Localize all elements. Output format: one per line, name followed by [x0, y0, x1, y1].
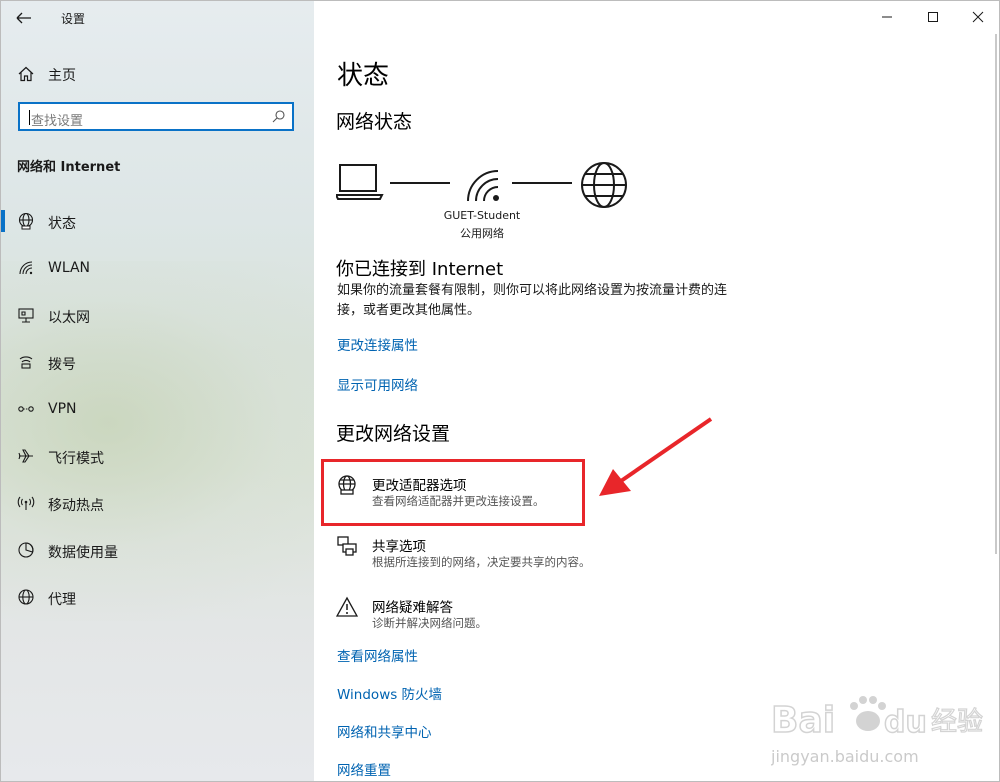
sidebar-item-label: 拨号: [48, 357, 76, 373]
page-title: 状态: [337, 61, 390, 91]
hotspot-icon: [17, 496, 35, 510]
option-title: 更改适配器选项: [372, 478, 467, 494]
connected-description: 如果你的流量套餐有限制，则你可以将此网络设置为按流量计费的连接，或者更改其他属性…: [337, 283, 728, 318]
wifi-connection-icon: [467, 170, 499, 202]
change-adapter-options-item[interactable]: 更改适配器选项 查看网络适配器并更改连接设置。: [336, 474, 666, 518]
search-input[interactable]: 查找设置: [18, 102, 294, 131]
wifi-icon: [19, 261, 33, 275]
sidebar-item-data-usage[interactable]: 数据使用量: [1, 534, 314, 566]
search-placeholder: 查找设置: [31, 114, 84, 129]
vpn-icon: [18, 406, 34, 412]
maximize-icon[interactable]: [921, 5, 945, 29]
network-sharing-center-link[interactable]: 网络和共享中心: [337, 721, 432, 741]
change-connection-properties-link[interactable]: 更改连接属性: [337, 334, 418, 354]
airplane-icon: [18, 449, 33, 463]
ethernet-icon: [18, 308, 34, 323]
connected-heading: 你已连接到 Internet: [336, 259, 504, 280]
data-usage-icon: [18, 542, 34, 558]
warning-triangle-icon: [336, 596, 358, 617]
sidebar-item-label: 数据使用量: [48, 545, 118, 561]
sidebar-item-hotspot[interactable]: 移动热点: [1, 487, 314, 519]
windows-firewall-link[interactable]: Windows 防火墙: [337, 683, 442, 703]
app-title: 设置: [61, 12, 86, 26]
title-bar: 设置: [1, 1, 314, 35]
network-type: 公用网络: [460, 227, 504, 240]
globe-status-icon: [18, 212, 34, 230]
section-title: 网络和 Internet: [17, 160, 121, 175]
sidebar-item-label: 状态: [48, 216, 76, 232]
sidebar: 设置 主页 查找设置 网络和 Internet 状态 WLAN 以太网 拨号 V…: [1, 1, 314, 781]
network-name: GUET-Student: [443, 209, 521, 222]
internet-globe-icon: [581, 162, 627, 208]
option-title: 共享选项: [372, 539, 426, 555]
minimize-icon[interactable]: [875, 5, 899, 29]
sidebar-item-home[interactable]: 主页: [1, 59, 314, 89]
settings-window: 设置 主页 查找设置 网络和 Internet 状态 WLAN 以太网 拨号 V…: [0, 0, 1000, 782]
home-label: 主页: [48, 68, 76, 84]
proxy-globe-icon: [18, 589, 34, 605]
main-content: 状态 网络状态 GUET-Student 公用网络 你已连接到 Internet…: [314, 1, 999, 781]
sidebar-item-ethernet[interactable]: 以太网: [1, 299, 314, 331]
view-network-properties-link[interactable]: 查看网络属性: [337, 645, 418, 665]
sidebar-item-airplane[interactable]: 飞行模式: [1, 440, 314, 472]
sidebar-item-label: 代理: [48, 592, 76, 608]
network-status-heading: 网络状态: [336, 111, 413, 133]
close-icon[interactable]: [966, 5, 990, 29]
back-arrow-icon: [16, 12, 31, 24]
scrollbar[interactable]: [991, 34, 999, 781]
text-caret: [29, 110, 30, 125]
show-available-networks-link[interactable]: 显示可用网络: [337, 374, 418, 394]
sidebar-item-label: WLAN: [48, 260, 91, 276]
sharing-options-item[interactable]: 共享选项 根据所连接到的网络，决定要共享的内容。: [336, 535, 666, 579]
sidebar-item-wlan[interactable]: WLAN: [1, 252, 314, 284]
back-button[interactable]: [11, 6, 37, 30]
adapter-globe-icon: [338, 475, 356, 495]
home-icon: [18, 66, 34, 82]
change-network-settings-heading: 更改网络设置: [336, 423, 451, 445]
laptop-icon: [336, 164, 384, 200]
network-troubleshooter-item[interactable]: 网络疑难解答 诊断并解决网络问题。: [336, 596, 666, 640]
search-icon[interactable]: [271, 109, 286, 124]
sidebar-item-status[interactable]: 状态: [1, 205, 314, 237]
dialup-icon: [19, 356, 33, 369]
option-title: 网络疑难解答: [372, 600, 453, 616]
sidebar-item-dialup[interactable]: 拨号: [1, 346, 314, 378]
sidebar-item-label: 移动热点: [48, 498, 104, 514]
sidebar-item-vpn[interactable]: VPN: [1, 393, 314, 425]
sidebar-item-label: 飞行模式: [48, 451, 104, 467]
scrollbar-thumb[interactable]: [995, 34, 997, 554]
option-description: 根据所连接到的网络，决定要共享的内容。: [372, 555, 591, 569]
sidebar-item-proxy[interactable]: 代理: [1, 581, 314, 613]
option-description: 查看网络适配器并更改连接设置。: [372, 494, 545, 508]
option-description: 诊断并解决网络问题。: [372, 616, 487, 630]
sharing-printer-icon: [337, 536, 357, 556]
network-reset-link[interactable]: 网络重置: [337, 759, 391, 779]
sidebar-item-label: VPN: [48, 401, 77, 417]
sidebar-item-label: 以太网: [48, 310, 90, 326]
